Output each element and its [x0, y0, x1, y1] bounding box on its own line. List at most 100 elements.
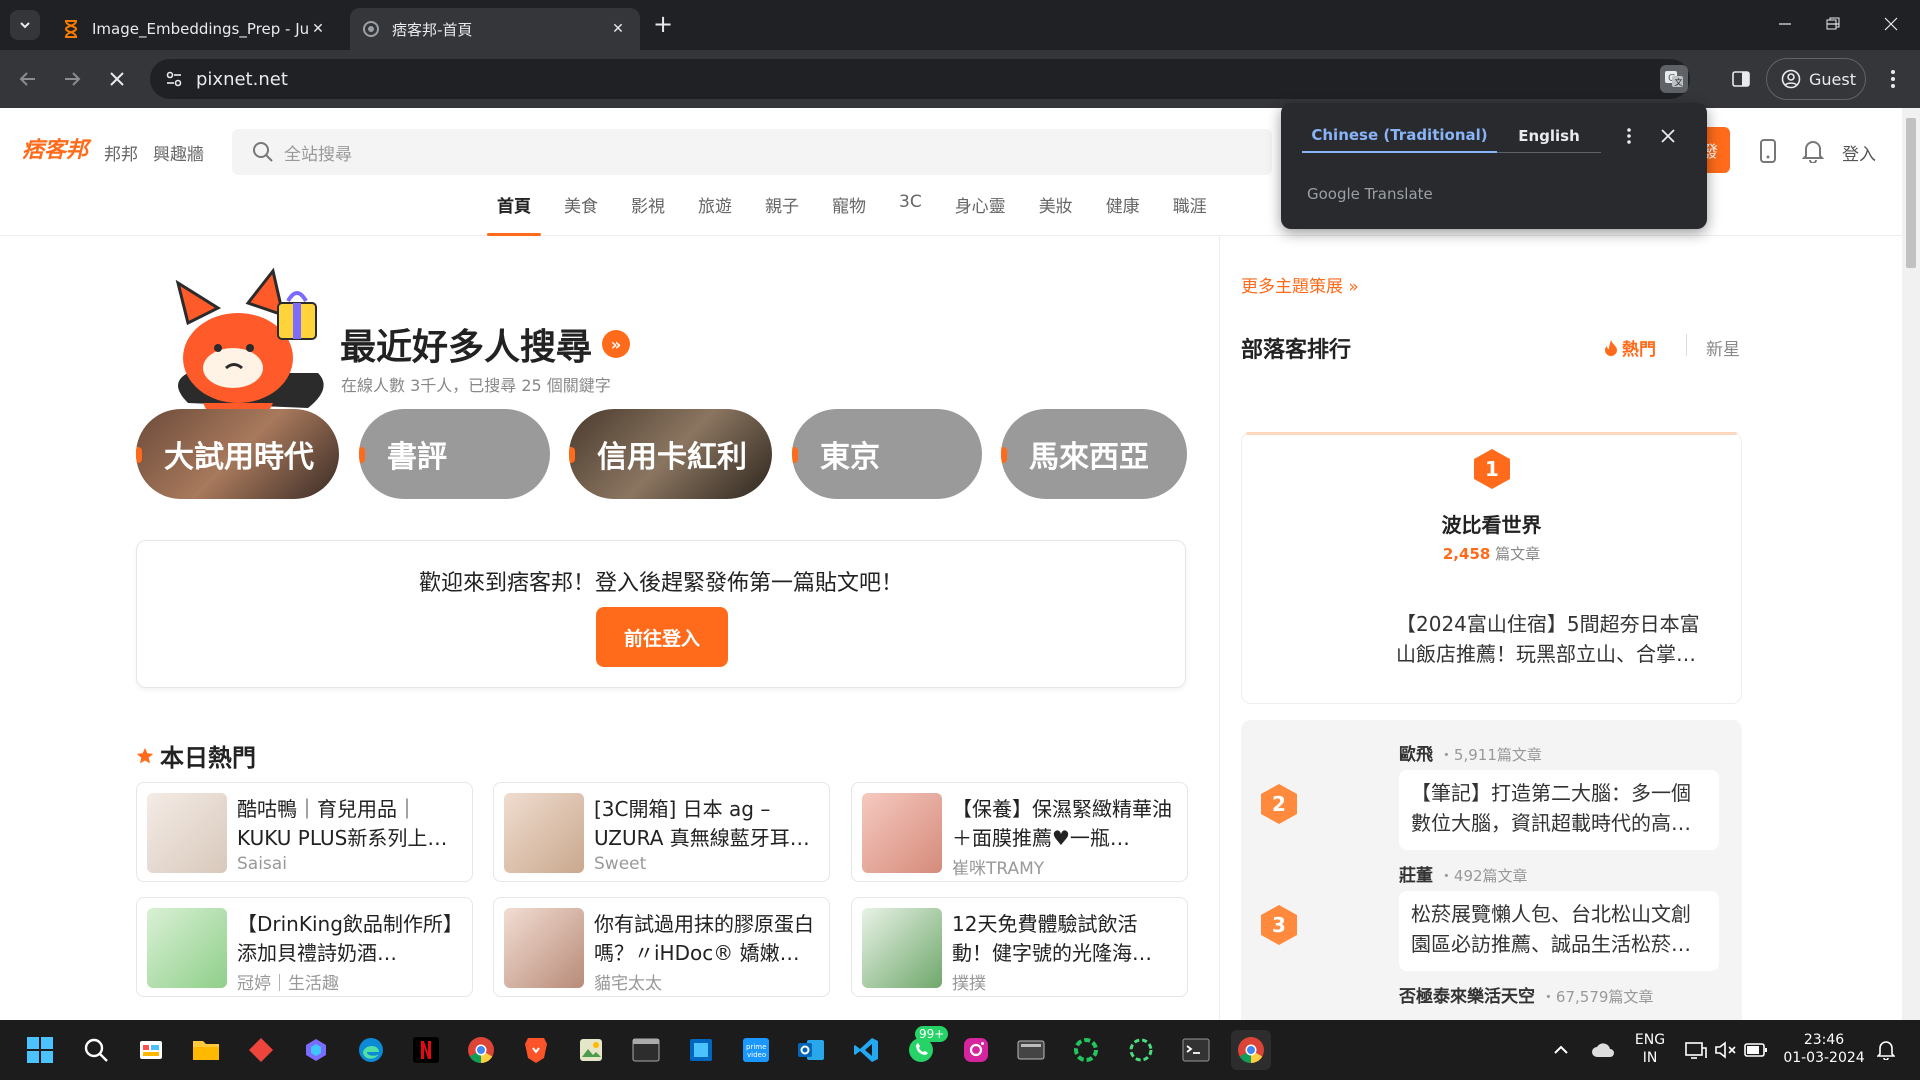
- keyword-chip[interactable]: 東京: [792, 409, 982, 499]
- ranking-tab-new[interactable]: 新星: [1706, 335, 1740, 360]
- category-tab-parenting[interactable]: 親子: [755, 192, 809, 236]
- pixnet-icon: [362, 20, 380, 38]
- page-scrollbar[interactable]: [1902, 108, 1920, 1020]
- translate-close-button[interactable]: [1653, 121, 1683, 151]
- tab-title: 痞客邦-首頁: [392, 20, 473, 39]
- instagram-icon[interactable]: [956, 1030, 996, 1070]
- category-tab-mind[interactable]: 身心靈: [945, 192, 1016, 236]
- featured-article-title[interactable]: 【2024富山住宿】5間超夯日本富山飯店推薦！玩黑部立山、合掌…: [1396, 609, 1716, 669]
- green-ring-app-icon-2[interactable]: [1121, 1030, 1161, 1070]
- notification-bell-icon[interactable]: [1866, 1030, 1906, 1070]
- category-tab-film[interactable]: 影視: [621, 192, 675, 236]
- blogger-article-title[interactable]: 【筆記】打造第二大腦：多一個數位大腦，資訊超載時代的高…: [1399, 770, 1719, 850]
- more-topics-link[interactable]: 更多主題策展 »: [1241, 272, 1359, 297]
- bell-icon[interactable]: [1798, 136, 1828, 166]
- post-card[interactable]: 酷咕鴨｜育兒用品｜KUKU PLUS新系列上… Saisai: [136, 782, 473, 882]
- input-language-indicator[interactable]: ENG IN: [1628, 1031, 1672, 1067]
- translate-source-tab[interactable]: Chinese (Traditional): [1302, 119, 1497, 153]
- close-window-button[interactable]: [1866, 8, 1916, 40]
- anydesk-icon[interactable]: [241, 1030, 281, 1070]
- category-tab-beauty[interactable]: 美妝: [1029, 192, 1083, 236]
- category-tab-3c[interactable]: 3C: [889, 192, 932, 236]
- stop-loading-button[interactable]: [101, 63, 133, 95]
- forward-button[interactable]: [56, 63, 88, 95]
- go-login-button[interactable]: 前往登入: [596, 607, 728, 667]
- close-tab-icon[interactable]: ✕: [308, 19, 328, 39]
- blogger-name[interactable]: 否極泰來樂活天空 ・67,579篇文章: [1399, 982, 1653, 1007]
- search-placeholder: 全站搜尋: [284, 144, 352, 165]
- onedrive-cloud-icon[interactable]: [1583, 1030, 1623, 1070]
- blogger-name[interactable]: 歐飛 ・5,911篇文章: [1399, 740, 1542, 765]
- category-tab-career[interactable]: 職涯: [1163, 192, 1217, 236]
- login-link[interactable]: 登入: [1842, 140, 1876, 165]
- ranking-tab-hot[interactable]: 熱門: [1604, 335, 1656, 360]
- vscode-icon[interactable]: [846, 1030, 886, 1070]
- tab-divider: [1686, 334, 1687, 356]
- scrollbar-thumb[interactable]: [1906, 118, 1916, 268]
- post-card[interactable]: 12天免費體驗試飲活動！健字號的光隆海… 撲撲: [851, 897, 1188, 997]
- blogger-name-text: 莊董: [1399, 866, 1433, 886]
- chrome-icon[interactable]: [461, 1030, 501, 1070]
- pixnet-logo[interactable]: 痞客邦: [22, 132, 88, 164]
- virtual-machine-icon[interactable]: [1011, 1030, 1051, 1070]
- close-tab-icon[interactable]: ✕: [608, 19, 628, 39]
- console-icon[interactable]: [1176, 1030, 1216, 1070]
- system-clock[interactable]: 23:46 01-03-2024: [1778, 1031, 1870, 1067]
- file-explorer-icon[interactable]: [186, 1030, 226, 1070]
- keyword-chip[interactable]: 馬來西亞: [1001, 409, 1187, 499]
- minimize-button[interactable]: [1760, 8, 1810, 40]
- profile-button[interactable]: Guest: [1766, 58, 1866, 100]
- keyword-chip[interactable]: 信用卡紅利: [569, 409, 772, 499]
- side-panel-button[interactable]: [1726, 64, 1756, 94]
- outlook-icon[interactable]: [791, 1030, 831, 1070]
- browser-tab-jupyter[interactable]: Image_Embeddings_Prep - Jupy ✕: [50, 8, 340, 50]
- prime-video-icon[interactable]: prime video: [736, 1030, 776, 1070]
- battery-icon[interactable]: [1736, 1030, 1776, 1070]
- site-info-icon[interactable]: [154, 59, 194, 99]
- image-viewer-icon[interactable]: [571, 1030, 611, 1070]
- site-search-input[interactable]: 全站搜尋: [232, 129, 1272, 175]
- keyword-chip[interactable]: 書評: [359, 409, 550, 499]
- post-card[interactable]: 你有試過用抹的膠原蛋白嗎？〃iHDoc® 嬌嫩… 貓宅太太: [493, 897, 830, 997]
- chrome-active-icon[interactable]: [1231, 1030, 1271, 1070]
- copilot-icon[interactable]: [296, 1030, 336, 1070]
- new-tab-button[interactable]: +: [650, 12, 676, 38]
- keyword-chip[interactable]: 大試用時代: [136, 409, 339, 499]
- windows-app-icon[interactable]: [681, 1030, 721, 1070]
- green-ring-app-icon[interactable]: [1066, 1030, 1106, 1070]
- nav-link-bangbang[interactable]: 邦邦: [104, 140, 138, 165]
- netflix-icon[interactable]: [406, 1030, 446, 1070]
- blogger-name[interactable]: 莊董 ・492篇文章: [1399, 861, 1528, 886]
- category-tab-health[interactable]: 健康: [1096, 192, 1150, 236]
- restore-button[interactable]: [1808, 8, 1858, 40]
- nav-link-interest-wall[interactable]: 興趣牆: [153, 140, 204, 165]
- more-vert-icon: [1627, 128, 1631, 144]
- ranking-top1-card[interactable]: 1 波比看世界 2,458 篇文章 【2024富山住宿】5間超夯日本富山飯店推薦…: [1241, 432, 1742, 704]
- blogger-article-title[interactable]: 松菸展覽懶人包、台北松山文創園區必訪推薦、誠品生活松菸…: [1399, 891, 1719, 971]
- hot-search-title[interactable]: 最近好多人搜尋 »: [340, 318, 631, 370]
- browser-menu-button[interactable]: [1878, 64, 1908, 94]
- brave-icon[interactable]: [516, 1030, 556, 1070]
- windows-start-icon[interactable]: [20, 1030, 60, 1070]
- back-button[interactable]: [12, 63, 44, 95]
- post-card[interactable]: 【保養】保濕緊緻精華油＋面膜推薦♥一瓶… 崔咪TRAMY: [851, 782, 1188, 882]
- terminal-icon[interactable]: [626, 1030, 666, 1070]
- post-card[interactable]: 【DrinKing飲品制作所】添加貝禮詩奶酒… 冠婷｜生活趣: [136, 897, 473, 997]
- double-chevron-right-icon[interactable]: »: [602, 330, 631, 358]
- category-tab-home[interactable]: 首頁: [487, 192, 541, 236]
- translate-target-tab[interactable]: English: [1497, 119, 1601, 153]
- post-card[interactable]: [3C開箱] 日本 ag – UZURA 真無線藍牙耳… Sweet: [493, 782, 830, 882]
- address-bar[interactable]: pixnet.net: [150, 59, 1690, 99]
- category-tab-travel[interactable]: 旅遊: [688, 192, 742, 236]
- category-tab-food[interactable]: 美食: [554, 192, 608, 236]
- tab-search-button[interactable]: [10, 10, 40, 40]
- translate-options-button[interactable]: [1614, 121, 1644, 151]
- chevron-up-icon[interactable]: [1541, 1030, 1581, 1070]
- translate-button[interactable]: G文: [1660, 65, 1688, 93]
- mobile-app-icon[interactable]: [1753, 136, 1783, 166]
- edge-icon[interactable]: [351, 1030, 391, 1070]
- browser-tab-pixnet[interactable]: 痞客邦-首頁 ✕: [350, 8, 640, 50]
- widgets-icon[interactable]: [131, 1030, 171, 1070]
- category-tab-pets[interactable]: 寵物: [822, 192, 876, 236]
- search-icon[interactable]: [76, 1030, 116, 1070]
